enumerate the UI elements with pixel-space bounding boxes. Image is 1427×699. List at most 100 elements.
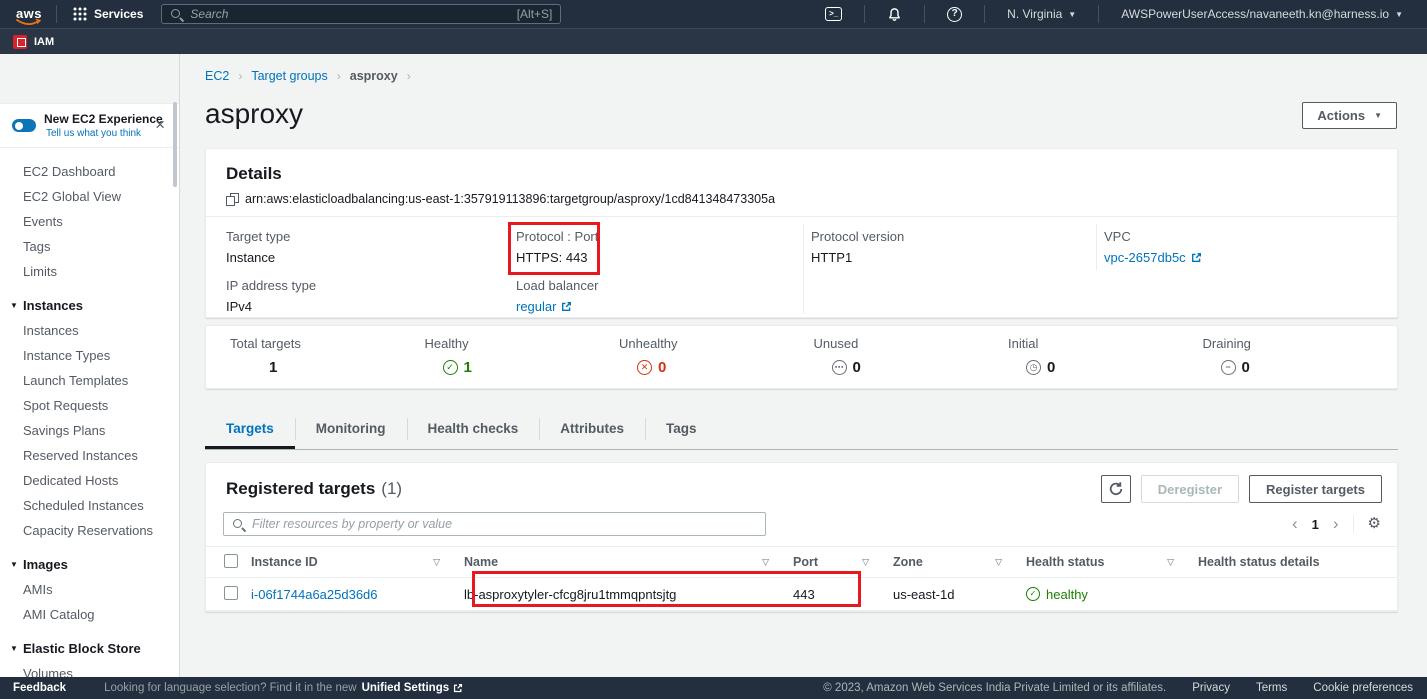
sidebar-item[interactable]: ▼ AMIs xyxy=(0,577,179,602)
help-button[interactable]: ? xyxy=(935,7,974,22)
refresh-icon xyxy=(1108,481,1124,497)
sidebar-item[interactable]: ▼ Instances xyxy=(0,318,179,343)
column-header[interactable]: Zone ▽ xyxy=(893,555,1026,569)
privacy-link[interactable]: Privacy xyxy=(1192,682,1230,694)
sidebar-item[interactable]: ▼ Reserved Instances xyxy=(0,443,179,468)
account-menu[interactable]: AWSPowerUserAccess/navaneeth.kn@harness.… xyxy=(1109,7,1415,21)
breadcrumb-link[interactable]: Target groups xyxy=(251,69,327,83)
sidebar-item[interactable]: ▼ Launch Templates xyxy=(0,368,179,393)
vpc-link[interactable]: vpc-2657db5c xyxy=(1104,250,1202,265)
column-header[interactable]: Health status ▽ xyxy=(1026,555,1198,569)
divider xyxy=(984,5,985,23)
field-ip-address-type: IP address type IPv4 xyxy=(226,278,316,314)
sidebar-item[interactable]: ▼ Tags xyxy=(0,234,179,259)
tab[interactable]: Monitoring xyxy=(295,410,407,449)
sidebar-item[interactable]: ▼ Elastic Block Store xyxy=(0,636,179,661)
feedback-button[interactable]: Feedback xyxy=(13,682,66,694)
services-menu-button[interactable]: Services xyxy=(67,7,149,21)
help-icon: ? xyxy=(947,7,962,22)
tab[interactable]: Health checks xyxy=(407,410,540,449)
language-selection-text: Looking for language selection? Find it … xyxy=(104,682,463,694)
table-row: i-06f1744a6a25d36d6 lb-asproxytyler-cfcg… xyxy=(206,578,1397,611)
aws-logo[interactable]: aws xyxy=(12,5,46,23)
cloudshell-button[interactable]: >_ xyxy=(813,7,854,21)
filter-input[interactable]: Filter resources by property or value xyxy=(223,512,766,536)
register-targets-button[interactable]: Register targets xyxy=(1249,475,1382,503)
chevron-down-icon: ▼ xyxy=(1068,10,1076,19)
select-all-checkbox[interactable] xyxy=(224,554,238,568)
unified-settings-link[interactable]: Unified Settings xyxy=(362,682,464,694)
region-selector[interactable]: N. Virginia ▼ xyxy=(995,7,1088,21)
sidebar-item[interactable]: ▼ Events xyxy=(0,209,179,234)
gear-icon[interactable]: ⚙ xyxy=(1368,516,1381,532)
breadcrumb-link[interactable]: asproxy xyxy=(350,69,398,83)
target-group-arn: arn:aws:elasticloadbalancing:us-east-1:3… xyxy=(245,192,775,206)
section-caret-icon: ▼ xyxy=(10,301,18,310)
sidebar-item[interactable]: ▼ Instance Types xyxy=(0,343,179,368)
health-stat: Initial ◷ 0 xyxy=(1008,336,1203,376)
divider xyxy=(1096,224,1097,270)
copy-icon[interactable] xyxy=(226,193,238,206)
column-header[interactable]: Instance ID ▽ xyxy=(251,555,464,569)
search-icon xyxy=(232,518,245,531)
health-stat: Total targets 1 xyxy=(230,336,425,376)
column-header[interactable]: Health status details ▽ xyxy=(1198,555,1397,569)
new-experience-panel: New EC2 Experience Tell us what you thin… xyxy=(0,104,179,148)
sidebar-item[interactable]: ▼ Images xyxy=(0,552,179,577)
favorite-iam-link[interactable]: IAM xyxy=(13,35,54,49)
terms-link[interactable]: Terms xyxy=(1256,682,1287,694)
health-stat: Draining − 0 xyxy=(1203,336,1398,376)
sidebar-item[interactable]: ▼ AMI Catalog xyxy=(0,602,179,627)
breadcrumb-link[interactable]: EC2 xyxy=(205,69,229,83)
top-navigation-bar: aws Services Search [Alt+S] >_ xyxy=(0,0,1427,28)
column-header[interactable]: Port ▽ xyxy=(793,555,893,569)
previous-page-icon[interactable]: ‹ xyxy=(1292,516,1298,532)
sidebar-item[interactable]: ▼ Instances xyxy=(0,293,179,318)
sort-icon[interactable]: ▽ xyxy=(433,557,440,568)
sidebar-item[interactable]: ▼ Spot Requests xyxy=(0,393,179,418)
actions-button[interactable]: Actions ▼ xyxy=(1302,102,1397,129)
sidebar-item[interactable]: ▼ EC2 Dashboard xyxy=(0,159,179,184)
page-number[interactable]: 1 xyxy=(1312,517,1319,532)
sidebar-item[interactable]: ▼ Savings Plans xyxy=(0,418,179,443)
tab[interactable]: Tags xyxy=(645,410,718,449)
sidebar-item[interactable]: ▼ Volumes xyxy=(0,661,179,677)
tab[interactable]: Targets xyxy=(205,410,295,449)
sidebar-item[interactable]: ▼ Scheduled Instances xyxy=(0,493,179,518)
load-balancer-link[interactable]: regular xyxy=(516,299,572,314)
deregister-button[interactable]: Deregister xyxy=(1141,475,1239,503)
tab[interactable]: Attributes xyxy=(539,410,645,449)
sort-icon[interactable]: ▽ xyxy=(862,557,869,568)
close-icon[interactable]: × xyxy=(155,116,165,133)
footer-bar: Feedback Looking for language selection?… xyxy=(0,677,1427,699)
sidebar-item[interactable]: ▼ Limits xyxy=(0,259,179,284)
health-stat: Unused ⋯ 0 xyxy=(814,336,1009,376)
sidebar-item[interactable]: ▼ Dedicated Hosts xyxy=(0,468,179,493)
column-header[interactable]: Name ▽ xyxy=(464,555,793,569)
minus-circle-icon: − xyxy=(1221,360,1236,375)
table-header-row: Instance ID ▽ Name ▽ Port ▽ Zone ▽ H xyxy=(206,546,1397,578)
notifications-button[interactable] xyxy=(875,7,914,22)
global-search-input[interactable]: Search [Alt+S] xyxy=(161,4,561,24)
sort-icon[interactable]: ▽ xyxy=(995,557,1002,568)
search-placeholder: Search xyxy=(190,7,509,21)
instance-id-link[interactable]: i-06f1744a6a25d36d6 xyxy=(251,587,378,602)
sidebar-scrollbar[interactable] xyxy=(173,102,177,187)
breadcrumb-separator-icon: › xyxy=(407,69,411,83)
breadcrumb-item: Target groups › xyxy=(251,69,349,83)
section-caret-icon: ▼ xyxy=(10,560,18,569)
sidebar-item[interactable]: ▼ EC2 Global View xyxy=(0,184,179,209)
sort-icon[interactable]: ▽ xyxy=(1167,557,1174,568)
refresh-button[interactable] xyxy=(1101,475,1131,503)
sidebar: New EC2 Experience Tell us what you thin… xyxy=(0,54,180,677)
sort-icon[interactable]: ▽ xyxy=(762,557,769,568)
next-page-icon[interactable]: › xyxy=(1333,516,1339,532)
cookie-preferences-link[interactable]: Cookie preferences xyxy=(1313,682,1413,694)
details-heading: Details xyxy=(226,164,1377,184)
row-checkbox[interactable] xyxy=(224,586,238,600)
sidebar-item[interactable]: ▼ Capacity Reservations xyxy=(0,518,179,543)
divider xyxy=(1098,5,1099,23)
new-experience-toggle[interactable] xyxy=(12,119,36,132)
breadcrumb-separator-icon: › xyxy=(238,69,242,83)
chevron-down-icon: ▼ xyxy=(1374,111,1382,120)
